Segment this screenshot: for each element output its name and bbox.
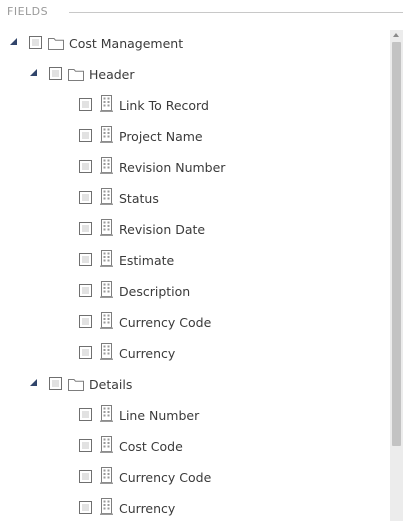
scroll-up-arrow-icon[interactable] <box>393 33 399 37</box>
tree-folder-label: Details <box>89 377 133 392</box>
tree-field-row[interactable]: Estimate <box>0 245 386 276</box>
tree-field-label: Status <box>119 191 159 206</box>
field-checkbox[interactable] <box>79 315 92 328</box>
field-icon <box>100 219 113 236</box>
field-icon <box>100 436 113 453</box>
field-icon <box>100 343 113 360</box>
field-icon <box>100 281 113 298</box>
tree-field-label: Link To Record <box>119 98 209 113</box>
folder-checkbox[interactable] <box>49 67 62 80</box>
field-checkbox[interactable] <box>79 191 92 204</box>
tree-field-label: Currency Code <box>119 470 212 485</box>
field-checkbox[interactable] <box>79 346 92 359</box>
field-checkbox[interactable] <box>79 222 92 235</box>
tree-field-label: Estimate <box>119 253 175 268</box>
field-icon <box>100 405 113 422</box>
tree-field-row[interactable]: Currency Code <box>0 307 386 338</box>
tree-field-row[interactable]: Line Number <box>0 400 386 431</box>
field-icon <box>100 95 113 112</box>
field-icon <box>100 312 113 329</box>
tree-field-label: Line Number <box>119 408 200 423</box>
folder-icon <box>68 376 84 391</box>
field-checkbox[interactable] <box>79 284 92 297</box>
tree-field-row[interactable]: Project Name <box>0 121 386 152</box>
tree-field-label: Currency Code <box>119 315 212 330</box>
field-checkbox[interactable] <box>79 501 92 514</box>
collapse-arrow-icon[interactable] <box>30 69 37 76</box>
tree-field-label: Currency <box>119 501 176 516</box>
fields-panel: FIELDS Cost Management Header Link To Reco… <box>0 0 413 521</box>
tree-field-row[interactable]: Revision Date <box>0 214 386 245</box>
tree-field-row[interactable]: Currency Code <box>0 462 386 493</box>
tree-field-label: Currency <box>119 346 176 361</box>
tree-field-row[interactable]: Revision Number <box>0 152 386 183</box>
header-divider <box>69 12 403 13</box>
tree-field-row[interactable]: Description <box>0 276 386 307</box>
field-icon <box>100 498 113 515</box>
field-icon <box>100 126 113 143</box>
fields-title: FIELDS <box>7 5 49 18</box>
field-checkbox[interactable] <box>79 253 92 266</box>
field-checkbox[interactable] <box>79 439 92 452</box>
field-icon <box>100 467 113 484</box>
folder-checkbox[interactable] <box>49 377 62 390</box>
field-icon <box>100 157 113 174</box>
tree-field-label: Project Name <box>119 129 203 144</box>
tree-folder-row[interactable]: Header <box>0 59 386 90</box>
field-checkbox[interactable] <box>79 129 92 142</box>
scrollbar-thumb[interactable] <box>392 42 401 446</box>
tree-field-row[interactable]: Status <box>0 183 386 214</box>
tree-field-label: Cost Code <box>119 439 183 454</box>
collapse-arrow-icon[interactable] <box>10 38 17 45</box>
field-checkbox[interactable] <box>79 160 92 173</box>
tree-field-label: Revision Number <box>119 160 226 175</box>
tree-folder-label: Header <box>89 67 135 82</box>
collapse-arrow-icon[interactable] <box>30 379 37 386</box>
tree-folder-row[interactable]: Cost Management <box>0 28 386 59</box>
fields-header: FIELDS <box>0 0 413 24</box>
tree-field-row[interactable]: Link To Record <box>0 90 386 121</box>
fields-tree: Cost Management Header Link To Record Proje… <box>0 28 386 521</box>
tree-folder-label: Cost Management <box>69 36 184 51</box>
field-checkbox[interactable] <box>79 98 92 111</box>
tree-field-row[interactable]: Currency <box>0 338 386 369</box>
folder-checkbox[interactable] <box>29 36 42 49</box>
field-checkbox[interactable] <box>79 408 92 421</box>
vertical-scrollbar[interactable] <box>390 30 403 521</box>
field-icon <box>100 188 113 205</box>
folder-icon <box>68 66 84 81</box>
tree-field-label: Revision Date <box>119 222 206 237</box>
field-checkbox[interactable] <box>79 470 92 483</box>
tree-field-row[interactable]: Currency <box>0 493 386 521</box>
tree-field-row[interactable]: Cost Code <box>0 431 386 462</box>
tree-folder-row[interactable]: Details <box>0 369 386 400</box>
folder-icon <box>48 35 64 50</box>
field-icon <box>100 250 113 267</box>
tree-field-label: Description <box>119 284 191 299</box>
